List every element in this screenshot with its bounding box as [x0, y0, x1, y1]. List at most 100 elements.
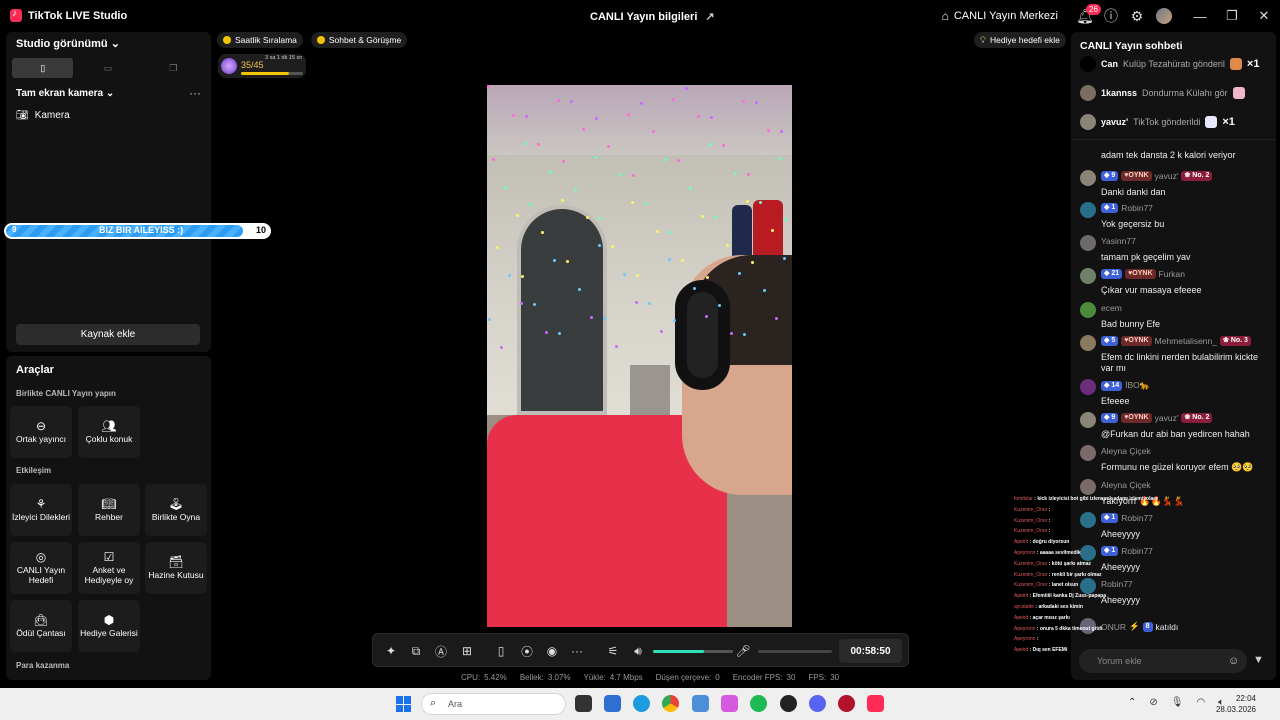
reward-bag-button[interactable]: 👜︎ Ödül Çantası — [10, 600, 72, 652]
audio-settings-button[interactable]: ⚟ — [603, 641, 623, 661]
phone-icon: ▯ — [497, 644, 505, 658]
source-camera[interactable]: 📷︎ Kamera — [16, 110, 70, 121]
chat-text: Bad bunny Efe — [1101, 319, 1161, 329]
app-icon[interactable] — [692, 695, 709, 712]
sliders-icon: ⚟ — [607, 644, 619, 658]
landscape-mode-button[interactable]: ▭ — [77, 58, 138, 78]
edge-icon[interactable] — [633, 695, 650, 712]
effects-button[interactable]: ✦ — [381, 641, 401, 661]
avatar — [1080, 170, 1096, 186]
discord-icon[interactable] — [809, 695, 826, 712]
play-together-button[interactable]: 🕹︎ Birlikte Oyna — [145, 484, 207, 536]
chat-username[interactable]: yavuz' — [1155, 413, 1179, 423]
tiktok-icon[interactable] — [867, 695, 884, 712]
settings-button[interactable]: ⚙ — [1124, 3, 1150, 29]
avatar — [1080, 445, 1096, 461]
cohost-button[interactable]: ⊖ Ortak yayıncı — [10, 406, 72, 458]
gift-event: yavuz' TikTok gönderildi ×1 — [1080, 114, 1235, 130]
chevron-up-icon[interactable]: ⌃ — [1128, 697, 1136, 708]
capture-button[interactable]: ◉ — [542, 641, 562, 661]
viewer-wishes-button[interactable]: ⚘ İzleyici Dilekleri — [10, 484, 72, 536]
share-icon: ↗ — [705, 11, 715, 23]
chat-username[interactable]: Mehmetalisenn_ — [1155, 336, 1217, 346]
chat-text: Formunu ne güzel koruyor efem 🥺🥺 — [1101, 462, 1254, 472]
chat-username[interactable]: Aleyna Çiçek — [1101, 480, 1151, 490]
live-center-button[interactable]: ⌂ CANLI Yayın Merkezi — [942, 9, 1058, 23]
emoji-icon[interactable]: ☺ — [1228, 655, 1239, 667]
hourly-ranking-chip[interactable]: Saatlik Sıralama — [217, 32, 303, 48]
layout-button[interactable]: ⧉ — [406, 641, 426, 661]
system-tray: ⌃ ⊘ 🎙︎ ◠ 🔈︎ — [1128, 697, 1224, 708]
record-button[interactable]: ⦿ — [517, 641, 537, 661]
target-icon: ◎ — [35, 549, 47, 564]
chat-username[interactable]: İBO🐆 — [1125, 380, 1150, 391]
stream-controls: ✦ ⧉ Ⓐ ⊞ ▯ ⦿ ◉ ··· ⚟ 🔊︎ 🎤︎ 00:58:50 — [372, 633, 909, 667]
maximize-button[interactable]: ❐ — [1216, 0, 1248, 32]
media-icon[interactable] — [838, 695, 855, 712]
speaker-button[interactable]: 🔊︎ — [628, 641, 648, 661]
overlay-chat-line: Kuzenim_Onur : — [1014, 517, 1051, 524]
wifi-icon[interactable]: ◠ — [1196, 697, 1205, 708]
tools-panel: Araçlar Birlikte CANLI Yayın yapın ⊖ Orta… — [6, 356, 211, 680]
chat-username[interactable]: yavuz' — [1155, 171, 1179, 181]
chat-username[interactable]: ecem — [1101, 303, 1122, 313]
mic-icon[interactable]: 🎙︎ — [1171, 697, 1184, 708]
mic-slider[interactable] — [758, 650, 832, 653]
volume-slider[interactable] — [653, 650, 733, 653]
more-controls-button[interactable]: ··· — [567, 641, 587, 661]
minimize-button[interactable]: — — [1184, 0, 1216, 32]
poll-button[interactable]: ☑ Anket ve Hediyeyle oy — [78, 542, 140, 594]
dual-mode-button[interactable]: ❒ — [143, 58, 204, 78]
chat-username[interactable]: Robin77 — [1121, 203, 1153, 213]
users-icon: 👥︎ — [101, 418, 117, 433]
guide-button[interactable]: 📖︎ Rehber — [78, 484, 140, 536]
ice-cream-icon — [1232, 87, 1245, 99]
task-view-icon[interactable] — [575, 695, 592, 712]
studio-view-dropdown[interactable]: Studio görünümü ⌄ — [16, 37, 120, 50]
chrome-icon[interactable] — [662, 695, 679, 712]
taskbar-search[interactable]: ⌕ Ara — [421, 693, 566, 715]
level-widget[interactable]: 35/45 3 sa 1 dk 15 sn — [218, 54, 306, 78]
level-progress — [241, 72, 303, 75]
clock[interactable]: 22:04 28.03.2026 — [1216, 693, 1256, 715]
multi-guest-button[interactable]: 👥︎ Çoklu konuk — [78, 406, 140, 458]
gift-gallery-button[interactable]: ⬢ Hediye Galerisi — [78, 600, 140, 652]
avatar — [1080, 379, 1096, 395]
close-button[interactable]: ✕ — [1248, 0, 1280, 32]
speaker-icon: 🔊︎ — [634, 643, 642, 658]
help-button[interactable]: ⓘ — [1098, 3, 1124, 29]
phone-button[interactable]: ▯ — [491, 641, 511, 661]
chevron-down-icon: ⌄ — [110, 38, 120, 50]
outlook-icon[interactable] — [604, 695, 621, 712]
level-timer: 3 sa 1 dk 15 sn — [265, 55, 303, 61]
filter-icon[interactable]: ▼ — [1253, 654, 1264, 666]
level-badge-icon — [221, 58, 237, 74]
chat-username[interactable]: Furkan — [1159, 269, 1185, 279]
copilot-icon[interactable] — [721, 695, 738, 712]
chat-username[interactable]: Aleyna Çiçek — [1101, 446, 1151, 456]
network-icon[interactable]: ⊘ — [1149, 697, 1157, 708]
live-info-button[interactable]: CANLI Yayın bilgileri ↗ — [590, 10, 715, 24]
app-icon[interactable] — [780, 695, 797, 712]
chat-meeting-chip[interactable]: Sohbet & Görüşme — [310, 32, 408, 48]
avatar — [1080, 335, 1096, 351]
portrait-mode-button[interactable]: ▯ — [12, 58, 74, 78]
avatar — [1080, 302, 1096, 318]
start-button[interactable] — [396, 696, 412, 712]
spotify-icon[interactable] — [750, 695, 767, 712]
add-source-button[interactable]: Kaynak ekle — [16, 324, 200, 345]
avatar — [1080, 235, 1096, 251]
overlay-button[interactable]: ⊞ — [457, 641, 477, 661]
scene-dropdown[interactable]: Tam ekran kamera ⌄ — [16, 88, 114, 99]
live-goal-button[interactable]: ◎ CANLI Yayın Hedefi — [10, 542, 72, 594]
profile-avatar[interactable] — [1156, 8, 1172, 24]
mic-button[interactable]: 🎤︎ — [733, 641, 753, 661]
gift-goal-button[interactable]: 💡︎ Hediye hedefi ekle — [974, 32, 1066, 48]
wishes-icon: ⚘ — [35, 496, 47, 511]
more-icon[interactable]: ··· — [189, 86, 201, 100]
chat-username[interactable]: Yasinn77 — [1101, 236, 1136, 246]
ai-button[interactable]: Ⓐ — [431, 641, 451, 661]
treasure-box-button[interactable]: 🗃︎ Hazine Kutusu — [145, 542, 207, 594]
notification-button[interactable]: 🔔︎ 26 — [1072, 3, 1101, 29]
layout-icon: ⧉ — [411, 643, 421, 658]
